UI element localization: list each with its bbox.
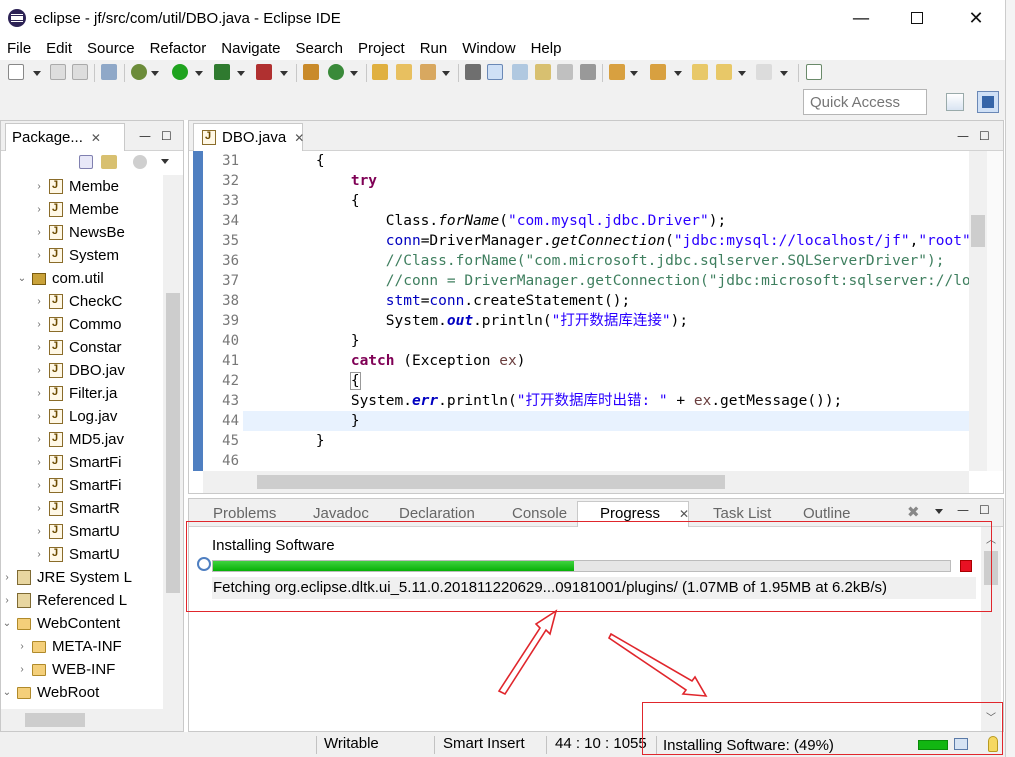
annotation-arrow-up <box>497 609 558 696</box>
annotation-arrow-down <box>607 632 708 697</box>
annotation-arrows <box>497 609 708 697</box>
